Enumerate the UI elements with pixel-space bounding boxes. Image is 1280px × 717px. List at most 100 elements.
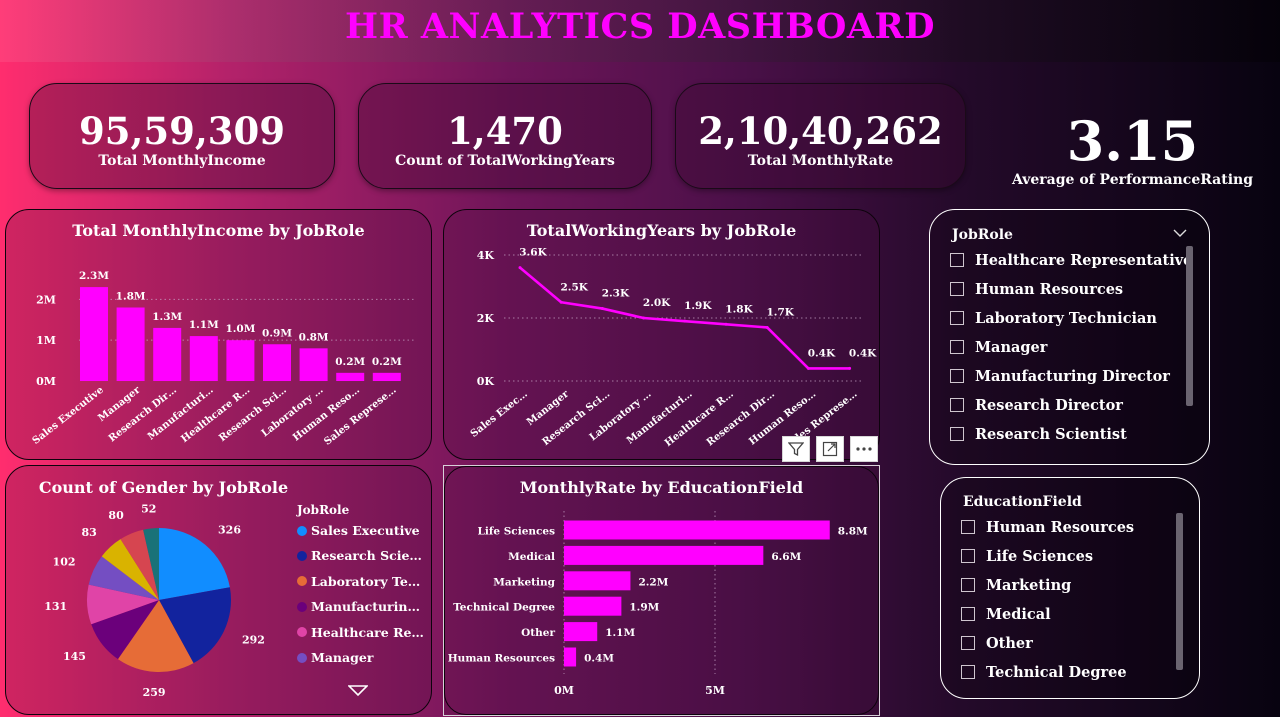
income-by-jobrole-chart[interactable]: Total MonthlyIncome by JobRole 0M 1M 2M 2.3…: [5, 209, 432, 460]
bar: [564, 520, 830, 540]
slicer-option[interactable]: Research Scientist: [950, 424, 1127, 444]
data-point: [765, 325, 769, 329]
data-label: 0.9M: [262, 327, 292, 339]
pie-value-label: 131: [44, 600, 67, 613]
data-label: 0.4M: [584, 653, 614, 665]
slicer-option[interactable]: Other: [961, 633, 1033, 653]
checkbox[interactable]: [961, 549, 975, 563]
kpi-card-monthly-rate[interactable]: 2,10,40,262 Total MonthlyRate: [675, 83, 966, 189]
x-tick-label: 0M: [554, 684, 574, 697]
focus-mode-icon[interactable]: [816, 436, 844, 462]
legend-item[interactable]: Sales Executive: [297, 523, 420, 538]
data-label: 1.3M: [152, 311, 182, 323]
checkbox[interactable]: [950, 369, 964, 383]
checkbox[interactable]: [961, 607, 975, 621]
slicer-option[interactable]: Human Resources: [950, 279, 1123, 299]
bar: [226, 340, 255, 381]
kpi-card-working-years[interactable]: 1,470 Count of TotalWorkingYears: [358, 83, 652, 189]
gender-by-jobrole-chart[interactable]: Count of Gender by JobRole 326 292 259 145 1…: [5, 465, 432, 715]
y-tick-label: 0K: [477, 375, 495, 388]
slicer-option-label: Laboratory Technician: [975, 309, 1157, 327]
checkbox[interactable]: [950, 427, 964, 441]
checkbox[interactable]: [961, 578, 975, 592]
title-bar: HR ANALYTICS DASHBOARD: [0, 0, 1280, 62]
checkbox[interactable]: [950, 398, 964, 412]
income-bar-svg: 0M1M2M2.3MSales Executive1.8MManager1.3M…: [31, 270, 416, 448]
bar: [564, 571, 631, 591]
checkbox[interactable]: [961, 636, 975, 650]
rate-bar-svg: 0M 5M Life Sciences 8.8M Medical 6.6M Marketin…: [448, 511, 868, 697]
slicer-option[interactable]: Manufacturing Director: [950, 366, 1170, 386]
legend-item[interactable]: Manager: [297, 650, 373, 665]
data-label: 2.0K: [643, 297, 671, 309]
data-label: 1.1M: [605, 627, 635, 639]
pie-value-label: 145: [63, 650, 86, 663]
slicer-option-label: Human Resources: [975, 280, 1124, 298]
slicer-option-label: Marketing: [986, 576, 1072, 594]
pie-value-label: 326: [218, 523, 241, 536]
x-tick-label: Research Dir…: [705, 389, 777, 449]
bar: [153, 327, 182, 381]
data-point: [683, 319, 687, 323]
pie-slice: [159, 528, 230, 600]
education-slicer[interactable]: EducationField Human Resources Life Scien…: [940, 477, 1200, 699]
y-tick-label: 0M: [36, 375, 56, 388]
x-tick-label: Research Sci…: [217, 385, 289, 444]
x-tick-label: Laboratory …: [260, 385, 326, 440]
years-line-svg: 0K2K4K 3.6KSales Exec…2.5KManager2.3KRese…: [469, 247, 877, 452]
filter-icon[interactable]: [782, 436, 810, 462]
y-tick-label: Human Resources: [448, 653, 555, 665]
kpi-label: Total MonthlyIncome: [98, 153, 266, 169]
y-tick-label: Technical Degree: [453, 602, 555, 614]
slicer-scrollbar[interactable]: [1176, 513, 1183, 670]
y-tick-label: Marketing: [493, 576, 555, 588]
bar: [564, 622, 598, 642]
legend-item[interactable]: Healthcare Re…: [297, 625, 424, 640]
legend-item[interactable]: Manufacturin…: [297, 599, 420, 614]
slicer-option[interactable]: Healthcare Representative: [950, 250, 1192, 270]
slicer-option-label: Manufacturing Director: [975, 367, 1170, 385]
checkbox[interactable]: [950, 282, 964, 296]
bar: [564, 647, 577, 667]
data-point: [518, 266, 522, 270]
monthly-rate-by-education-chart[interactable]: MonthlyRate by EducationField 0M 5M Life S…: [443, 465, 880, 716]
checkbox[interactable]: [950, 311, 964, 325]
working-years-by-jobrole-chart[interactable]: TotalWorkingYears by JobRole 0K 2K 4K 3.6K S…: [443, 209, 880, 460]
kpi-card-monthly-income[interactable]: 95,59,309 Total MonthlyIncome: [29, 83, 335, 189]
x-tick-label: 5M: [705, 684, 725, 697]
kpi-value: 3.15: [1066, 109, 1199, 173]
slicer-option-label: Manager: [975, 338, 1048, 356]
kpi-label: Count of TotalWorkingYears: [395, 153, 615, 169]
slicer-option[interactable]: Medical: [961, 604, 1051, 624]
bar: [80, 287, 108, 381]
slicer-option[interactable]: Manager: [950, 337, 1047, 357]
data-label: 1.0M: [225, 323, 255, 335]
chevron-down-icon[interactable]: [1173, 229, 1187, 238]
bar: [299, 348, 328, 381]
checkbox[interactable]: [950, 340, 964, 354]
slicer-scrollbar[interactable]: [1186, 246, 1193, 406]
legend-item[interactable]: Research Scie…: [297, 548, 422, 563]
more-options-icon[interactable]: [850, 436, 878, 462]
slicer-option[interactable]: Life Sciences: [961, 546, 1093, 566]
kpi-card-performance-rating[interactable]: 3.15 Average of PerformanceRating: [1010, 110, 1255, 188]
jobrole-slicer[interactable]: JobRole Healthcare Representative Human R…: [929, 209, 1210, 465]
data-label: 1.8K: [725, 303, 753, 315]
slicer-option[interactable]: Laboratory Technician: [950, 308, 1157, 328]
slicer-option[interactable]: Marketing: [961, 575, 1071, 595]
data-point: [600, 307, 604, 311]
slicer-option[interactable]: Research Director: [950, 395, 1123, 415]
checkbox[interactable]: [961, 520, 975, 534]
y-tick-label: 1M: [36, 334, 56, 347]
legend-item[interactable]: Laboratory Te…: [297, 574, 420, 589]
slicer-option-label: Medical: [986, 605, 1051, 623]
data-label: 1.7K: [766, 306, 794, 318]
legend-scroll-down-icon[interactable]: [348, 685, 368, 697]
slicer-option[interactable]: Technical Degree: [961, 662, 1127, 682]
slicer-option[interactable]: Human Resources: [961, 517, 1134, 537]
checkbox[interactable]: [950, 253, 964, 267]
bar: [372, 372, 401, 381]
y-tick-label: Life Sciences: [478, 526, 556, 538]
checkbox[interactable]: [961, 665, 975, 679]
y-tick-label: 2K: [477, 312, 495, 325]
